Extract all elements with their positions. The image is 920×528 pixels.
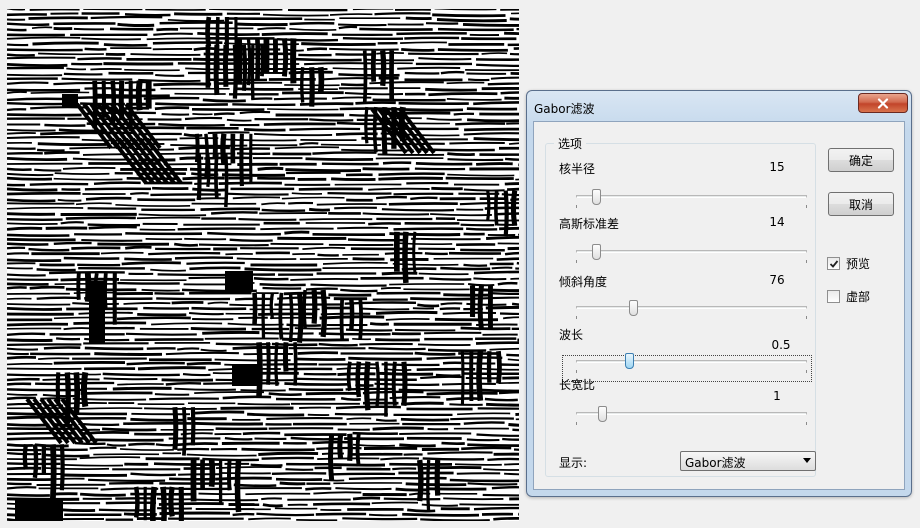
tilt-angle-track[interactable] <box>576 306 807 309</box>
close-icon <box>877 97 889 109</box>
preview-checkbox[interactable]: 预览 <box>827 255 870 272</box>
imaginary-part-checkbox-label: 虚部 <box>846 290 871 304</box>
gaussian-sigma-label: 高斯标准差 <box>559 217 620 231</box>
kernel-radius-track[interactable] <box>576 195 807 198</box>
imaginary-part-checkbox-box[interactable] <box>827 290 840 303</box>
wavelength-label: 波长 <box>559 328 584 342</box>
gaussian-sigma-ticks <box>576 260 807 263</box>
gaussian-sigma-value: 14 <box>769 215 785 229</box>
tilt-angle-label: 倾斜角度 <box>559 275 608 289</box>
display-mode-select[interactable]: Gabor滤波 <box>680 451 816 471</box>
kernel-radius-slider-thumb[interactable] <box>591 189 601 205</box>
ok-button[interactable]: 确定 <box>828 148 894 172</box>
gaussian-sigma-track[interactable] <box>576 250 807 253</box>
display-mode-value: Gabor滤波 <box>685 456 746 470</box>
wavelength-value: 0.5 <box>771 338 791 352</box>
tilt-angle-slider-thumb[interactable] <box>629 300 639 316</box>
tilt-angle-value: 76 <box>769 273 785 287</box>
options-group-label: 选项 <box>554 135 587 152</box>
close-button[interactable] <box>858 93 908 113</box>
preview-checkbox-box[interactable] <box>827 257 840 270</box>
chevron-down-icon <box>803 458 811 463</box>
gabor-texture-image <box>7 9 519 521</box>
wavelength-track[interactable] <box>576 360 807 363</box>
wavelength-slider-thumb[interactable] <box>624 353 634 369</box>
aspect-ratio-ticks <box>576 422 807 425</box>
wavelength-ticks <box>576 370 807 373</box>
gabor-dialog: Gabor滤波 选项 核半径 15 高斯标准差 14 倾斜角度 76 波长 0.… <box>526 90 912 497</box>
imaginary-part-checkbox[interactable]: 虚部 <box>827 288 870 305</box>
tilt-angle-ticks <box>576 316 807 319</box>
aspect-ratio-slider-thumb[interactable] <box>598 406 608 422</box>
kernel-radius-value: 15 <box>769 160 785 174</box>
gaussian-sigma-slider-thumb[interactable] <box>591 244 601 260</box>
cancel-button-label: 取消 <box>848 197 873 212</box>
aspect-ratio-label: 长宽比 <box>559 378 596 392</box>
options-group: 选项 核半径 15 高斯标准差 14 倾斜角度 76 波长 0.5 长宽比 1 … <box>545 135 816 477</box>
preview-checkbox-label: 预览 <box>846 257 871 271</box>
dialog-title: Gabor滤波 <box>534 102 595 116</box>
kernel-radius-label: 核半径 <box>559 162 596 176</box>
filtered-image-preview <box>7 9 519 521</box>
cancel-button[interactable]: 取消 <box>828 192 894 216</box>
dialog-client-area: 选项 核半径 15 高斯标准差 14 倾斜角度 76 波长 0.5 长宽比 1 … <box>533 121 905 490</box>
display-label: 显示: <box>559 456 588 470</box>
ok-button-label: 确定 <box>848 153 873 168</box>
kernel-radius-ticks <box>576 205 807 208</box>
aspect-ratio-track[interactable] <box>576 412 807 415</box>
aspect-ratio-value: 1 <box>773 389 781 403</box>
checkmark-icon <box>829 260 839 268</box>
